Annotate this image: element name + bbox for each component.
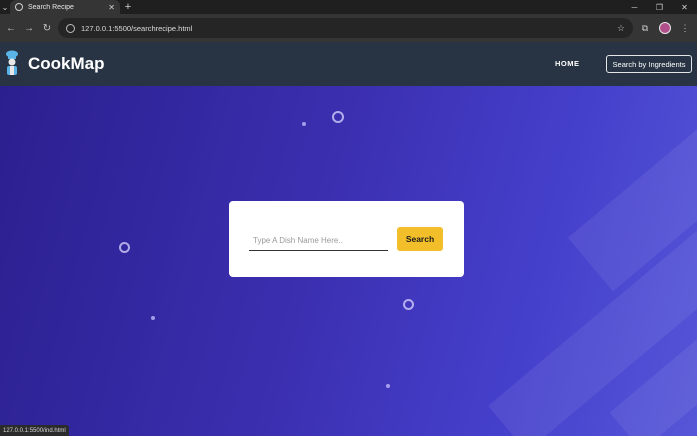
close-window-icon[interactable]: ✕	[672, 0, 697, 14]
more-menu-icon[interactable]: ⋮	[677, 20, 693, 36]
browser-tab[interactable]: Search Recipe ✕	[10, 0, 120, 14]
restore-icon[interactable]: ❐	[647, 0, 672, 14]
browser-tabstrip: ⌄ Search Recipe ✕ + ─ ❐ ✕	[0, 0, 697, 14]
minimize-icon[interactable]: ─	[622, 0, 647, 14]
close-tab-icon[interactable]: ✕	[108, 3, 115, 12]
back-icon[interactable]: ←	[4, 21, 18, 35]
nav-home-link[interactable]: HOME	[555, 59, 580, 68]
extensions-icon[interactable]: ⧉	[637, 20, 653, 36]
status-bar-url: 127.0.0.1:5500/ind.html	[0, 425, 69, 436]
search-by-ingredients-button[interactable]: Search by Ingredients	[606, 55, 692, 73]
decorative-dot	[302, 122, 306, 126]
site-header: CookMap HOME Search by Ingredients	[0, 42, 697, 86]
decorative-ring	[119, 242, 130, 253]
address-bar[interactable]: 127.0.0.1:5500/searchrecipe.html ☆	[58, 18, 633, 38]
address-url: 127.0.0.1:5500/searchrecipe.html	[81, 23, 193, 33]
decorative-ring	[332, 111, 344, 123]
bookmark-star-icon[interactable]: ☆	[617, 23, 625, 34]
brand-name[interactable]: CookMap	[28, 54, 105, 74]
reload-icon[interactable]: ↻	[40, 21, 54, 35]
search-card: Search	[229, 201, 464, 277]
site-info-icon[interactable]	[66, 23, 75, 33]
avatar	[659, 22, 671, 34]
hero-section: Search	[0, 86, 697, 436]
decorative-dot	[151, 316, 155, 320]
profile-avatar[interactable]	[657, 20, 673, 36]
window-controls: ─ ❐ ✕	[622, 0, 697, 14]
decorative-dot	[386, 384, 390, 388]
decorative-ring	[403, 299, 414, 310]
new-tab-button[interactable]: +	[120, 0, 136, 14]
tab-title: Search Recipe	[28, 3, 74, 11]
search-button[interactable]: Search	[397, 227, 443, 251]
browser-toolbar: ← → ↻ 127.0.0.1:5500/searchrecipe.html ☆…	[0, 14, 697, 42]
forward-icon[interactable]: →	[22, 21, 36, 35]
tab-search-icon[interactable]: ⌄	[0, 0, 10, 14]
dish-search-input[interactable]	[249, 231, 388, 251]
globe-icon	[15, 3, 23, 11]
chef-logo-icon	[6, 50, 18, 75]
